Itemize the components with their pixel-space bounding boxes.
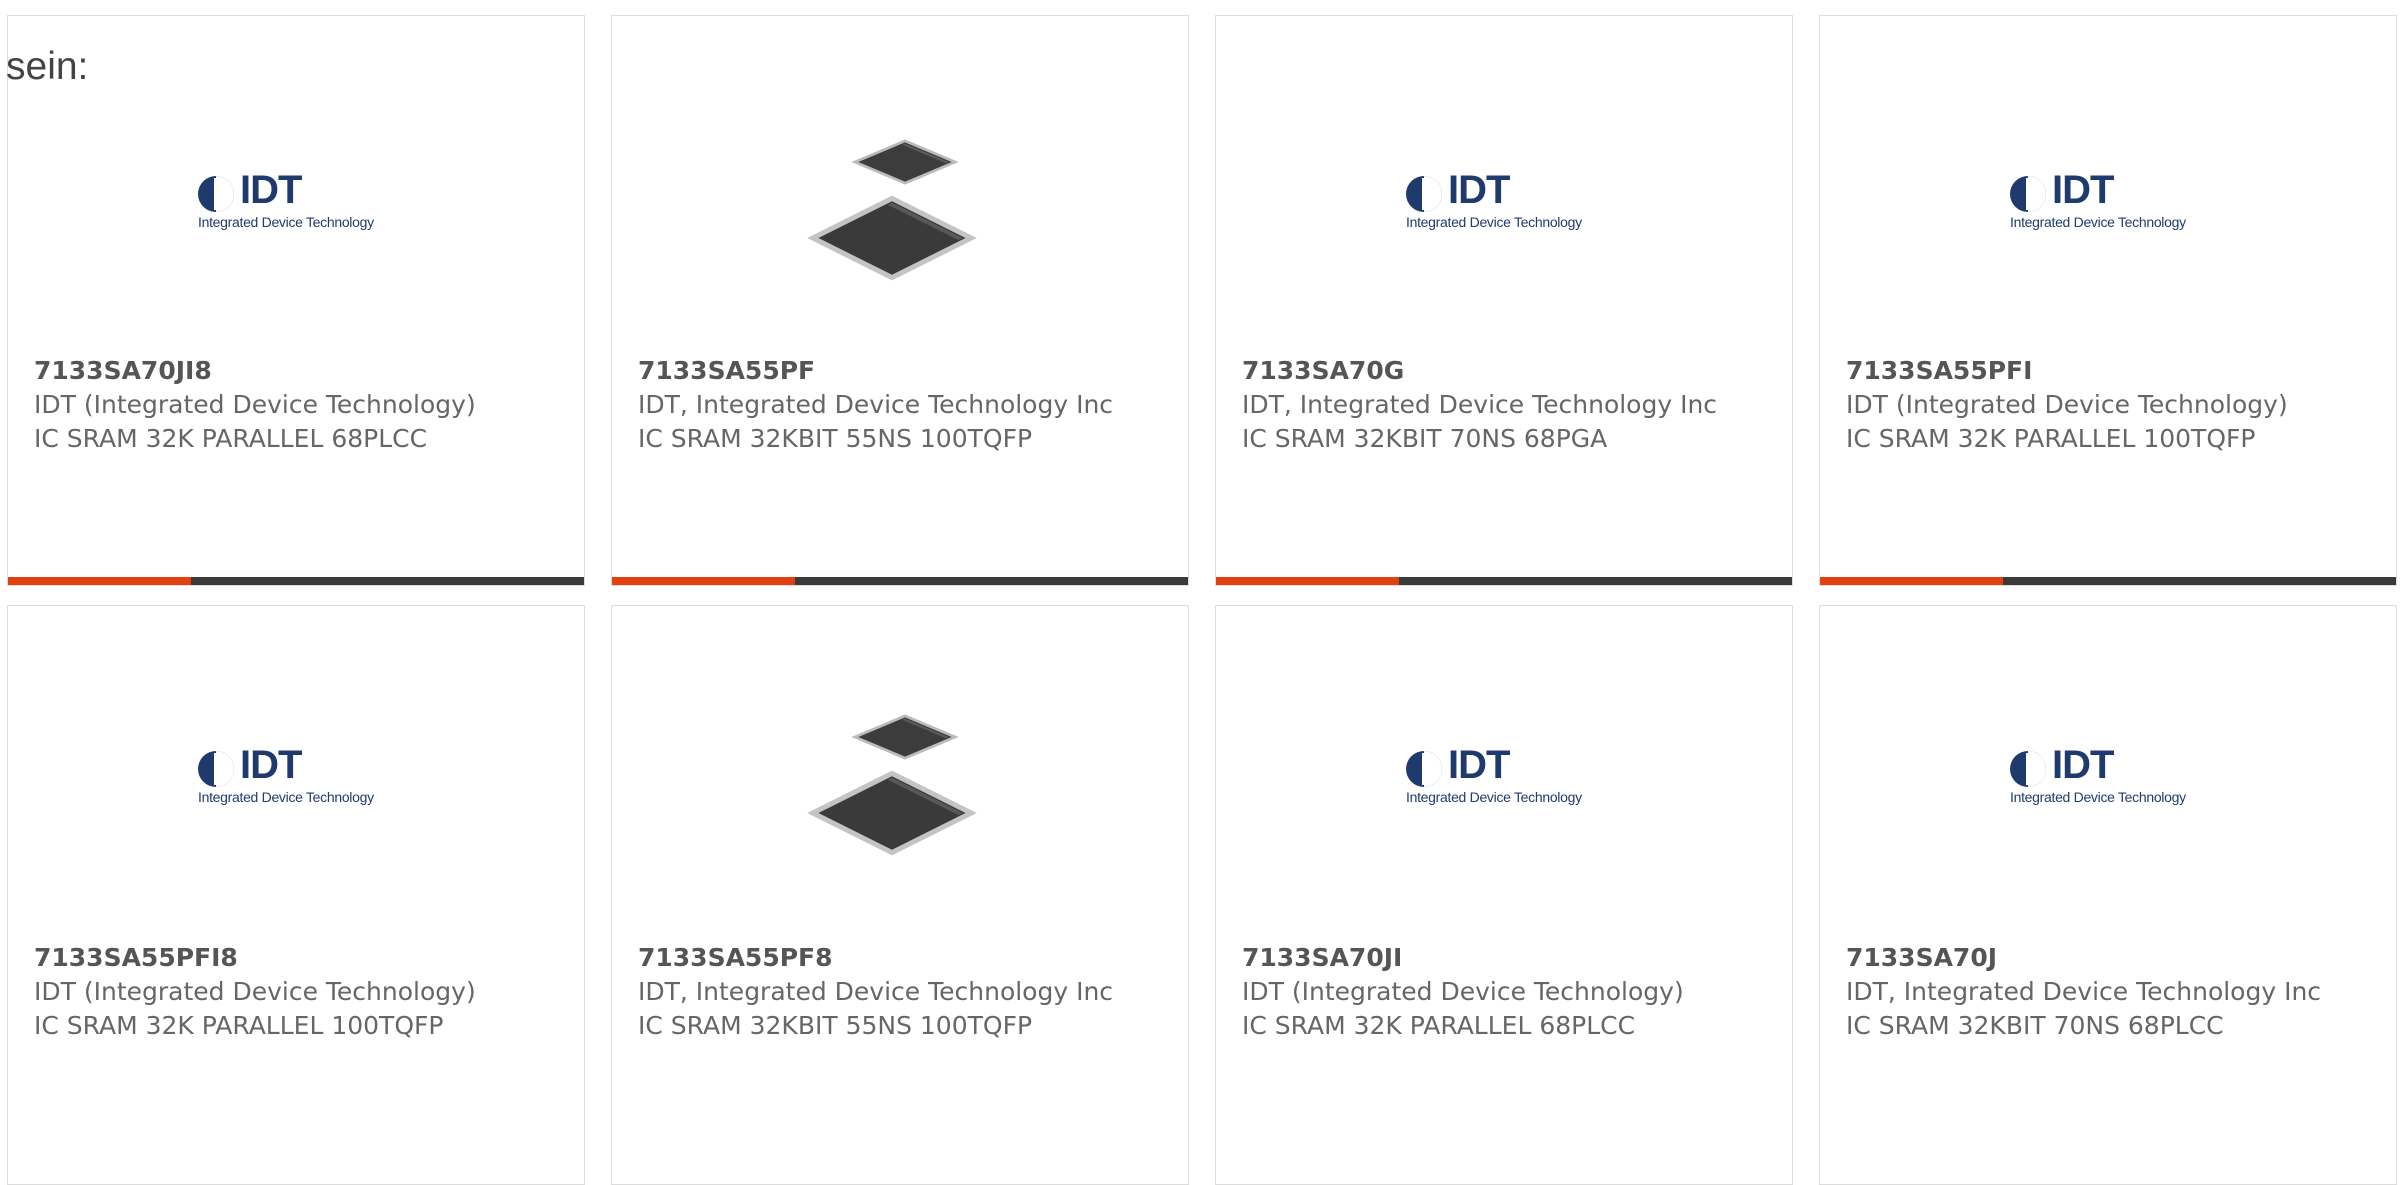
product-card[interactable]: IDT Integrated Device Technology 7133SA7… bbox=[1215, 605, 1793, 1185]
product-description: IC SRAM 32K PARALLEL 68PLCC bbox=[1242, 1011, 1636, 1040]
logo-tagline: Integrated Device Technology bbox=[198, 789, 374, 805]
logo-letters: IDT bbox=[240, 168, 302, 212]
card-footer-bar bbox=[8, 577, 584, 585]
product-description: IC SRAM 32K PARALLEL 100TQFP bbox=[34, 1011, 444, 1040]
part-number-link[interactable]: 7133SA70JI8 bbox=[34, 354, 514, 388]
idt-logo: IDT Integrated Device Technology bbox=[2008, 168, 2218, 232]
idt-logo: IDT Integrated Device Technology bbox=[1404, 743, 1614, 807]
product-card[interactable]: 7133SA55PF IDT, Integrated Device Techno… bbox=[611, 15, 1189, 586]
chip-photo-icon bbox=[807, 714, 977, 856]
product-description: IC SRAM 32KBIT 70NS 68PLCC bbox=[1846, 1011, 2224, 1040]
product-image[interactable]: IDT Integrated Device Technology bbox=[1216, 661, 1792, 851]
manufacturer-name: IDT (Integrated Device Technology) bbox=[1242, 977, 1684, 1006]
card-footer-accent bbox=[8, 577, 191, 585]
manufacturer-name: IDT, Integrated Device Technology Inc bbox=[638, 390, 1114, 419]
product-description: IC SRAM 32KBIT 55NS 100TQFP bbox=[638, 424, 1033, 453]
idt-logo-mark-icon bbox=[1406, 176, 1442, 212]
idt-logo-mark-icon bbox=[2010, 176, 2046, 212]
manufacturer-name: IDT (Integrated Device Technology) bbox=[1846, 390, 2288, 419]
product-description: IC SRAM 32KBIT 70NS 68PGA bbox=[1242, 424, 1608, 453]
logo-tagline: Integrated Device Technology bbox=[198, 214, 374, 230]
logo-tagline: Integrated Device Technology bbox=[2010, 214, 2186, 230]
logo-tagline: Integrated Device Technology bbox=[1406, 214, 1582, 230]
part-number-link[interactable]: 7133SA70G bbox=[1242, 354, 1722, 388]
card-footer-accent bbox=[1820, 577, 2003, 585]
product-card[interactable]: IDT Integrated Device Technology 7133SA7… bbox=[7, 15, 585, 586]
idt-logo-mark-icon bbox=[2010, 751, 2046, 787]
idt-logo-mark-icon bbox=[198, 751, 234, 787]
logo-letters: IDT bbox=[2052, 168, 2114, 212]
manufacturer-name: IDT, Integrated Device Technology Inc bbox=[1846, 977, 2322, 1006]
part-number-link[interactable]: 7133SA55PF8 bbox=[638, 941, 1118, 975]
intro-text: sein: bbox=[6, 45, 89, 88]
product-card[interactable]: IDT Integrated Device Technology 7133SA7… bbox=[1215, 15, 1793, 586]
card-footer-accent bbox=[1216, 577, 1399, 585]
idt-logo: IDT Integrated Device Technology bbox=[196, 743, 406, 807]
product-image[interactable] bbox=[612, 661, 1188, 856]
logo-letters: IDT bbox=[240, 743, 302, 787]
product-image[interactable]: IDT Integrated Device Technology bbox=[8, 661, 584, 851]
card-footer-bar bbox=[612, 577, 1188, 585]
manufacturer-name: IDT (Integrated Device Technology) bbox=[34, 390, 476, 419]
part-number-link[interactable]: 7133SA70J bbox=[1846, 941, 2326, 975]
logo-letters: IDT bbox=[2052, 743, 2114, 787]
product-image[interactable]: IDT Integrated Device Technology bbox=[1216, 86, 1792, 276]
part-number-link[interactable]: 7133SA55PFI bbox=[1846, 354, 2326, 388]
card-footer-bar bbox=[1820, 577, 2396, 585]
card-footer-accent bbox=[612, 577, 795, 585]
product-description: IC SRAM 32K PARALLEL 68PLCC bbox=[34, 424, 428, 453]
logo-tagline: Integrated Device Technology bbox=[1406, 789, 1582, 805]
product-card[interactable]: 7133SA55PF8 IDT, Integrated Device Techn… bbox=[611, 605, 1189, 1185]
manufacturer-name: IDT, Integrated Device Technology Inc bbox=[1242, 390, 1718, 419]
manufacturer-name: IDT, Integrated Device Technology Inc bbox=[638, 977, 1114, 1006]
card-footer-bar bbox=[1216, 577, 1792, 585]
part-number-link[interactable]: 7133SA55PF bbox=[638, 354, 1118, 388]
idt-logo-mark-icon bbox=[198, 176, 234, 212]
product-description: IC SRAM 32KBIT 55NS 100TQFP bbox=[638, 1011, 1033, 1040]
product-image[interactable]: IDT Integrated Device Technology bbox=[8, 86, 584, 276]
logo-letters: IDT bbox=[1448, 168, 1510, 212]
part-number-link[interactable]: 7133SA70JI bbox=[1242, 941, 1722, 975]
part-number-link[interactable]: 7133SA55PFI8 bbox=[34, 941, 514, 975]
product-description: IC SRAM 32K PARALLEL 100TQFP bbox=[1846, 424, 2256, 453]
idt-logo: IDT Integrated Device Technology bbox=[1404, 168, 1614, 232]
product-image[interactable]: IDT Integrated Device Technology bbox=[1820, 661, 2396, 851]
product-card[interactable]: IDT Integrated Device Technology 7133SA7… bbox=[1819, 605, 2397, 1185]
idt-logo: IDT Integrated Device Technology bbox=[196, 168, 406, 232]
logo-letters: IDT bbox=[1448, 743, 1510, 787]
product-card[interactable]: IDT Integrated Device Technology 7133SA5… bbox=[1819, 15, 2397, 586]
idt-logo-mark-icon bbox=[1406, 751, 1442, 787]
product-grid: IDT Integrated Device Technology 7133SA7… bbox=[0, 0, 2400, 1185]
idt-logo: IDT Integrated Device Technology bbox=[2008, 743, 2218, 807]
logo-tagline: Integrated Device Technology bbox=[2010, 789, 2186, 805]
product-card[interactable]: IDT Integrated Device Technology 7133SA5… bbox=[7, 605, 585, 1185]
manufacturer-name: IDT (Integrated Device Technology) bbox=[34, 977, 476, 1006]
product-image[interactable]: IDT Integrated Device Technology bbox=[1820, 86, 2396, 276]
product-image[interactable] bbox=[612, 86, 1188, 281]
chip-photo-icon bbox=[807, 139, 977, 281]
